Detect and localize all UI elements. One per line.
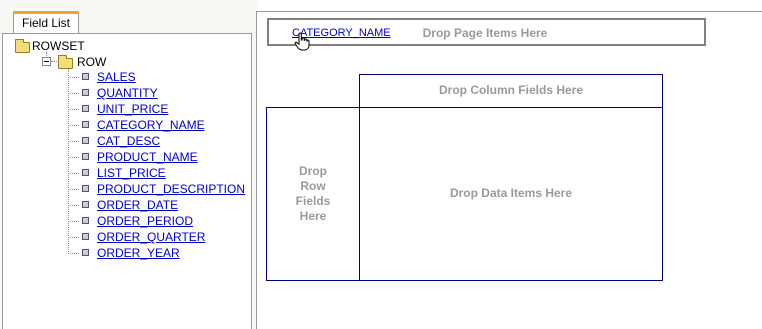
tree-connector — [68, 125, 79, 126]
field-bullet-icon — [82, 185, 89, 192]
tree-connector — [68, 237, 79, 238]
field-bullet-icon — [82, 137, 89, 144]
field-bullet-icon — [82, 89, 89, 96]
tree-connector — [68, 141, 79, 142]
field-bullet-icon — [82, 73, 89, 80]
tree-connector — [51, 61, 57, 62]
row-fields-hint: Drop Row Fields Here — [266, 164, 360, 224]
tree-connector — [68, 221, 79, 222]
tab-field-list[interactable]: Field List — [13, 11, 79, 34]
field-link-sales[interactable]: SALES — [97, 69, 136, 85]
tree-connector — [46, 52, 47, 56]
row-hint-line: Here — [299, 209, 327, 223]
page-items-hint: Drop Page Items Here — [422, 26, 548, 40]
field-link-order-year[interactable]: ORDER_YEAR — [97, 245, 180, 261]
tree-connector — [68, 93, 79, 94]
tree-connector — [68, 253, 79, 254]
row-hint-line: Fields — [295, 194, 331, 208]
tree-connector — [68, 205, 79, 206]
field-link-order-period[interactable]: ORDER_PERIOD — [97, 213, 193, 229]
field-bullet-icon — [82, 217, 89, 224]
field-link-product-description[interactable]: PRODUCT_DESCRIPTION — [97, 181, 245, 197]
field-link-unit-price[interactable]: UNIT_PRICE — [97, 101, 168, 117]
column-fields-hint: Drop Column Fields Here — [438, 83, 584, 97]
field-list-panel: Field List ROWSET ROW SALES QUANTITY UNIT_… — [0, 0, 258, 329]
hand-pointer-icon — [294, 32, 310, 51]
field-link-category-name[interactable]: CATEGORY_NAME — [97, 117, 205, 133]
field-link-quantity[interactable]: QUANTITY — [97, 85, 158, 101]
tree-node-rowset[interactable]: ROWSET — [32, 39, 85, 53]
collapse-icon[interactable] — [42, 57, 51, 66]
field-bullet-icon — [82, 233, 89, 240]
field-bullet-icon — [82, 169, 89, 176]
field-link-list-price[interactable]: LIST_PRICE — [97, 165, 166, 181]
folder-open-icon — [58, 55, 73, 69]
tree-connector — [68, 157, 79, 158]
data-items-hint: Drop Data Items Here — [449, 186, 573, 200]
field-bullet-icon — [82, 201, 89, 208]
field-link-order-quarter[interactable]: ORDER_QUARTER — [97, 229, 205, 245]
field-bullet-icon — [82, 105, 89, 112]
tree-connector — [68, 109, 79, 110]
row-hint-line: Row — [300, 179, 326, 193]
tree-connector — [68, 173, 79, 174]
field-bullet-icon — [82, 249, 89, 256]
field-bullet-icon — [82, 121, 89, 128]
tree-connector — [68, 189, 79, 190]
field-link-order-date[interactable]: ORDER_DATE — [97, 197, 178, 213]
tree-connector — [68, 77, 79, 78]
row-hint-line: Drop — [299, 164, 327, 178]
folder-open-icon — [15, 39, 30, 53]
field-bullet-icon — [82, 153, 89, 160]
tree-connector — [68, 69, 69, 254]
field-link-cat-desc[interactable]: CAT_DESC — [97, 133, 160, 149]
field-link-product-name[interactable]: PRODUCT_NAME — [97, 149, 198, 165]
tree-node-row[interactable]: ROW — [77, 55, 106, 69]
